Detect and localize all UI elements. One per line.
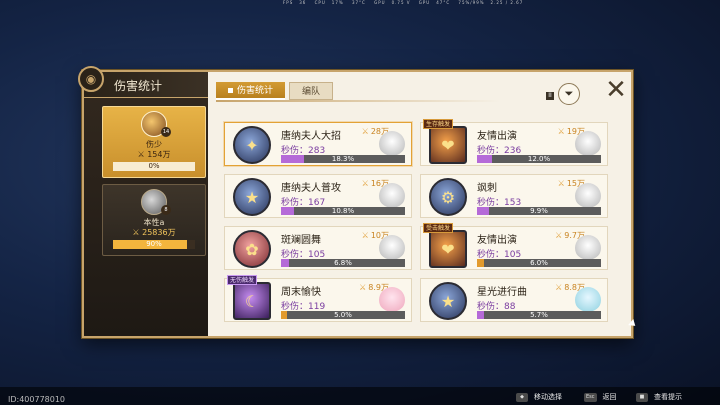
character-portrait <box>575 287 601 313</box>
player-uid: ID:400778010 <box>8 395 66 404</box>
skill-share-bar: 6.8% <box>281 259 405 267</box>
character-share-bar: 0% <box>113 162 195 171</box>
skill-icon: ✦ <box>233 126 271 164</box>
panel-title-bar: ◉ 伤害统计 <box>78 66 208 98</box>
skill-share-bar: 5.0% <box>281 311 405 319</box>
skill-name: 唐纳夫人大招 <box>281 131 341 142</box>
skill-share-bar: 9.9% <box>477 207 601 215</box>
skill-name: 唐纳夫人普攻 <box>281 183 341 194</box>
skill-share-percent: 10.8% <box>331 207 355 215</box>
skill-card-2[interactable]: ★ 唐纳夫人普攻 ⚔ 16万 秒伤：167 10.8% <box>224 174 412 218</box>
skill-icon: ❤ <box>429 126 467 164</box>
hint-back[interactable]: Esc 返回 <box>584 392 617 402</box>
skill-icon: ★ <box>233 178 271 216</box>
skill-card-0[interactable]: ✦ 唐纳夫人大招 ⚔ 28万 秒伤：283 18.3% <box>224 122 412 166</box>
character-portrait <box>379 183 405 209</box>
skill-name: 星光进行曲 <box>477 287 527 298</box>
skill-share-bar: 10.8% <box>281 207 405 215</box>
emblem-icon: ◉ <box>78 66 104 92</box>
skill-share-percent: 6.8% <box>334 259 352 267</box>
skill-name: 周末愉快 <box>281 287 321 298</box>
skill-card-4[interactable]: ✿ 斑斓圆舞 ⚔ 10万 秒伤：105 6.8% <box>224 226 412 270</box>
skill-share-percent: 5.7% <box>530 311 548 319</box>
skill-card-5[interactable]: ❤ 受击触发 友情出演 ⚔ 9.7万 秒伤：105 6.0% <box>420 223 608 270</box>
tab-formation[interactable]: 编队 <box>289 82 334 100</box>
skill-icon: ❤ <box>429 230 467 268</box>
character-level-badge: 8 <box>161 205 171 215</box>
character-portrait <box>379 131 405 157</box>
skill-icon: ⚙ <box>429 178 467 216</box>
dpad-icon: ◆ <box>516 392 528 402</box>
skill-share-bar: 6.0% <box>477 259 601 267</box>
character-portrait <box>575 131 601 157</box>
trigger-tag: 无伤触发 <box>227 275 258 285</box>
hint-move-select[interactable]: ◆ 移动选择 <box>516 392 562 402</box>
hint-view-tips[interactable]: ■ 查看提示 <box>636 392 682 402</box>
tab-underline <box>216 100 500 102</box>
character-portrait <box>379 235 405 261</box>
character-share-percent: 0% <box>148 162 160 170</box>
character-damage: ⚔ 154万 <box>137 150 171 159</box>
damage-stats-panel: ◉ 伤害统计 14 伤少 ⚔ 154万 0% 8 本性a ⚔ 25836万 90… <box>78 66 633 338</box>
skill-icon: ✿ <box>233 230 271 268</box>
skill-share-bar: 18.3% <box>281 155 405 163</box>
skill-card-7[interactable]: ★ 星光进行曲 ⚔ 8.8万 秒伤：88 5.7% <box>420 278 608 322</box>
skill-card-6[interactable]: ☾ 无伤触发 周末愉快 ⚔ 8.9万 秒伤：119 5.0% <box>224 275 412 322</box>
trigger-tag: 生存触发 <box>423 119 454 129</box>
skill-icon: ★ <box>429 282 467 320</box>
skill-share-percent: 12.0% <box>527 155 551 163</box>
skill-share-percent: 6.0% <box>530 259 548 267</box>
character-portrait <box>575 235 601 261</box>
character-portrait <box>379 287 405 313</box>
filter-icon[interactable]: ⏷ <box>558 83 580 105</box>
character-sidebar: ◉ 伤害统计 14 伤少 ⚔ 154万 0% 8 本性a ⚔ 25836万 90… <box>78 66 208 336</box>
filter-key-hint: II <box>546 92 554 100</box>
character-level-badge: 14 <box>161 127 171 137</box>
character-share-percent: 90% <box>146 240 162 248</box>
tab-bar: 伤害统计 编队 <box>216 82 337 100</box>
character-card-0[interactable]: 14 伤少 ⚔ 154万 0% <box>102 106 206 178</box>
trigger-tag: 受击触发 <box>423 223 454 233</box>
skill-name: 斑斓圆舞 <box>281 235 321 246</box>
skill-card-3[interactable]: ⚙ 飒刺 ⚔ 15万 秒伤：153 9.9% <box>420 174 608 218</box>
character-share-bar: 90% <box>113 240 195 249</box>
skill-icon: ☾ <box>233 282 271 320</box>
tab-damage-stats[interactable]: 伤害统计 <box>216 82 286 100</box>
skill-card-1[interactable]: ❤ 生存触发 友情出演 ⚔ 19万 秒伤：236 12.0% <box>420 119 608 166</box>
skill-share-bar: 5.7% <box>477 311 601 319</box>
performance-overlay: FPS 36 CPU 17% 37°C GPU 0.75 V GPU 47°C 75%/… <box>283 0 524 5</box>
skill-share-bar: 12.0% <box>477 155 601 163</box>
close-icon[interactable]: ✕ <box>602 76 630 104</box>
key-icon: ■ <box>636 392 648 402</box>
skill-share-percent: 9.9% <box>530 207 548 215</box>
skill-share-percent: 5.0% <box>334 311 352 319</box>
skill-name: 飒刺 <box>477 183 497 194</box>
esc-key-icon: Esc <box>584 392 597 402</box>
skill-share-percent: 18.3% <box>331 155 355 163</box>
skill-name: 友情出演 <box>477 131 517 142</box>
character-card-1[interactable]: 8 本性a ⚔ 25836万 90% <box>102 184 206 256</box>
character-damage: ⚔ 25836万 <box>132 228 176 237</box>
character-portrait <box>575 183 601 209</box>
panel-title: 伤害统计 <box>114 79 163 93</box>
skill-name: 友情出演 <box>477 235 517 246</box>
